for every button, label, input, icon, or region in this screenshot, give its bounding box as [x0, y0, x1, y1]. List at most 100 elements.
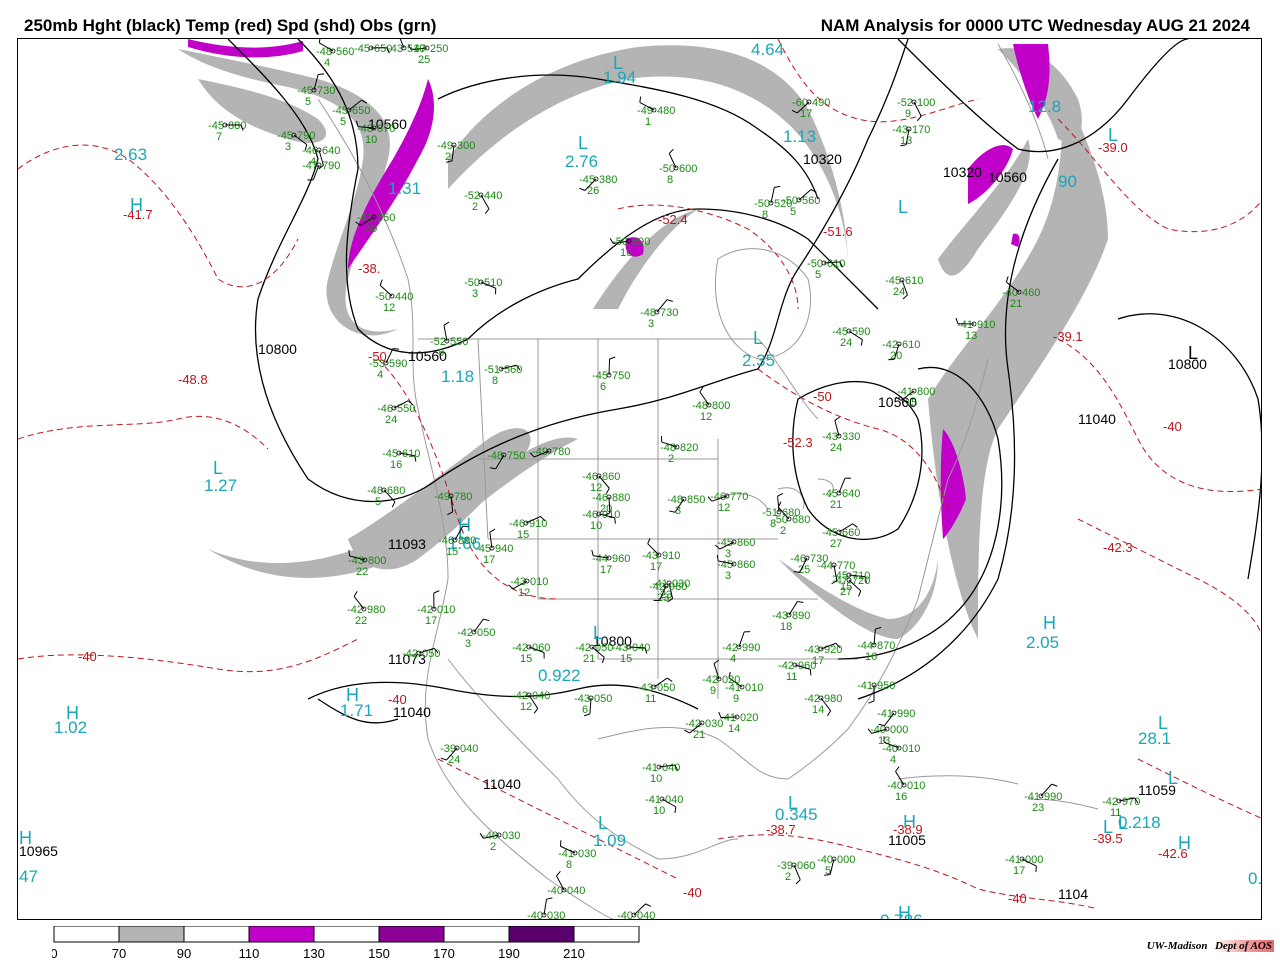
obs-dewpoint-depression: 16	[895, 791, 907, 803]
obs-height: 730	[317, 85, 335, 97]
map-labels: 1080010560105601032010320105601056010800…	[19, 39, 1262, 920]
station-observation: -4772027	[832, 575, 870, 598]
legend-tick-label: 190	[498, 946, 520, 960]
obs-dewpoint-depression: 10	[365, 134, 377, 146]
wind-barb-flag	[796, 880, 800, 884]
obs-height: 880	[228, 120, 246, 132]
obs-dewpoint-depression: 14	[728, 723, 740, 735]
legend-bin	[444, 926, 509, 942]
obs-dewpoint-depression: 15	[905, 397, 917, 409]
wind-barb-flag	[610, 357, 616, 359]
station-observation: -4298023	[649, 581, 687, 604]
obs-temperature: -41	[857, 680, 873, 692]
obs-dewpoint-depression: 6	[600, 381, 606, 393]
station-observation: -40040	[547, 871, 585, 897]
wind-barb-flag	[490, 529, 495, 532]
obs-height: 010	[907, 780, 925, 792]
mexico-outline	[448, 659, 738, 859]
obs-height: 730	[660, 307, 678, 319]
temp-contour	[1078, 519, 1262, 639]
obs-dewpoint-depression: 8	[667, 174, 673, 186]
obs-dewpoint-depression: 30	[365, 223, 377, 235]
obs-height: 730	[810, 553, 828, 565]
wind-barb-flag	[669, 149, 673, 153]
temp-contour	[438, 759, 678, 879]
obs-dewpoint-depression: 17	[800, 108, 812, 120]
temperature-label: -39.1	[1053, 329, 1083, 344]
station-observation: -4880012	[692, 387, 730, 423]
wind-barb-flag	[1006, 276, 1008, 282]
obs-height: 860	[737, 537, 755, 549]
obs-height: 510	[407, 43, 425, 55]
obs-temperature: -47	[302, 160, 318, 172]
obs-dewpoint-depression: 27	[840, 586, 852, 598]
obs-height: 350	[377, 212, 395, 224]
caribbean-islands	[898, 776, 1098, 809]
obs-dewpoint-depression: 3	[465, 638, 471, 650]
station-observation: -486805	[367, 485, 405, 508]
obs-dewpoint-depression: 3	[648, 318, 654, 330]
obs-dewpoint-depression: 5	[305, 96, 311, 108]
height-label: 11040	[1078, 411, 1116, 427]
wind-barb-flag	[917, 116, 921, 120]
obs-height: 040	[460, 743, 478, 755]
legend-tick-label: 170	[433, 946, 455, 960]
obs-height: 860	[602, 471, 620, 483]
obs-height: 990	[742, 642, 760, 654]
station-observation: -4559024	[832, 326, 870, 349]
obs-dewpoint-depression: 4	[324, 57, 330, 69]
legend-bin	[314, 926, 379, 942]
station-observation: -4102014	[719, 712, 759, 735]
station-observation: -4686012	[582, 471, 620, 494]
obs-height: 000	[1025, 854, 1043, 866]
legend-tick-label: 150	[368, 946, 390, 960]
station-observation: -4566027	[822, 524, 860, 550]
extrema-value-label: 28.1	[1138, 729, 1171, 748]
obs-height: 050	[422, 648, 440, 660]
obs-height: 920	[824, 644, 842, 656]
station-observation: -4677012	[708, 491, 748, 514]
obs-temperature: -40	[547, 885, 563, 897]
extrema-value-label: 0.	[1248, 869, 1262, 888]
obs-height: 040	[637, 910, 655, 920]
station-observation: -494801	[637, 97, 675, 128]
extrema-value-label: 12.8	[1028, 97, 1061, 116]
obs-dewpoint-depression: 13	[965, 330, 977, 342]
wind-barb-flag	[441, 758, 447, 760]
obs-height: 980	[669, 581, 687, 593]
obs-dewpoint-depression: 17	[1013, 865, 1025, 877]
obs-dewpoint-depression: 5	[815, 269, 821, 281]
obs-dewpoint-depression: 8	[770, 518, 776, 530]
obs-dewpoint-depression: 15	[620, 653, 632, 665]
temperature-label: -38.7	[766, 822, 796, 837]
obs-height: 870	[877, 640, 895, 652]
obs-dewpoint-depression: 9	[905, 108, 911, 120]
obs-height: 560	[802, 195, 820, 207]
extrema-value-label: 2.05	[1026, 633, 1059, 652]
station-observation: -4199023	[1024, 784, 1062, 814]
temperature-label: -40	[78, 649, 97, 664]
wind-barb-flag	[810, 669, 811, 675]
obs-height: 030	[547, 910, 565, 920]
obs-height: 010	[530, 576, 548, 588]
wind-barb-flag	[896, 767, 900, 772]
height-label: 11093	[388, 536, 426, 552]
wind-barb-shaft	[590, 698, 591, 714]
high-marker: H	[1178, 833, 1191, 853]
wind-barb-flag	[835, 417, 840, 421]
obs-dewpoint-depression: 15	[520, 653, 532, 665]
obs-height: 770	[730, 491, 748, 503]
obs-height: 680	[782, 507, 800, 519]
legend-bin	[184, 926, 249, 942]
obs-dewpoint-depression: 5	[340, 116, 346, 128]
temperature-label: -42.3	[1103, 540, 1133, 555]
station-observation: -4538026	[579, 174, 617, 197]
obs-dewpoint-depression: 12	[718, 502, 730, 514]
station-observation: -487303	[640, 300, 678, 330]
temperature-label: -48.8	[178, 372, 208, 387]
station-observation: -4201017	[417, 591, 455, 627]
obs-height: 040	[665, 794, 683, 806]
high-marker: H	[1043, 613, 1056, 633]
analysis-time-title: NAM Analysis for 0000 UTC Wednesday AUG …	[821, 16, 1250, 36]
temperature-label: -40	[1163, 419, 1182, 434]
